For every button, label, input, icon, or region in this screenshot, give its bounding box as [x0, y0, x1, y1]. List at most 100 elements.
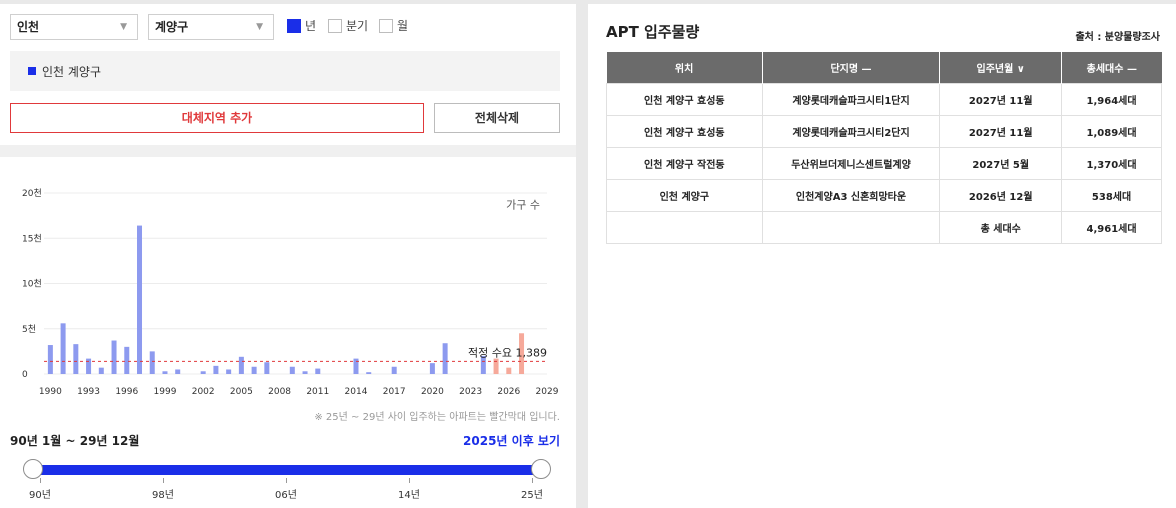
x-tick-label: 2002	[192, 387, 215, 397]
cell-move-in: 2027년 11월	[939, 83, 1063, 116]
right-panel: APT 입주물량 출처 : 분양물량조사 위치 단지명 — 입주년월 ∨ 총세대…	[588, 4, 1176, 508]
x-tick-label: 2011	[306, 387, 329, 397]
cell-location: 인천 계양구 효성동	[606, 115, 763, 148]
bar[interactable]	[213, 365, 219, 374]
x-tick-label: 2008	[268, 387, 291, 397]
bar[interactable]	[353, 358, 359, 374]
column-header-households[interactable]: 총세대수 —	[1061, 52, 1162, 84]
chevron-down-icon: ▼	[256, 22, 263, 32]
chevron-down-icon: ▼	[120, 22, 127, 32]
column-header-location[interactable]: 위치	[606, 52, 763, 84]
x-tick-label: 2014	[345, 387, 368, 397]
checkbox-quarter[interactable]	[328, 19, 342, 33]
slider-handle-start[interactable]	[23, 459, 43, 479]
bar[interactable]	[391, 366, 397, 374]
bar[interactable]	[137, 225, 143, 374]
bar[interactable]	[506, 367, 512, 374]
slider-label: 25년	[521, 490, 543, 501]
section-divider	[0, 145, 576, 157]
slider-label: 06년	[275, 490, 297, 501]
cell-complex: 인천계양A3 신혼희망타운	[761, 179, 941, 212]
bar[interactable]	[200, 371, 206, 374]
bar[interactable]	[238, 356, 244, 374]
x-tick-label: 2029	[536, 387, 559, 397]
region-select[interactable]: 인천 ▼	[10, 14, 138, 40]
period-range-label: 90년 1월 ~ 29년 12월	[10, 434, 140, 448]
x-tick-label: 1990	[39, 387, 62, 397]
period-slider[interactable]: 90년 98년 06년 14년 25년	[0, 454, 576, 508]
view-after-2025-link[interactable]: 2025년 이후 보기	[463, 432, 560, 449]
slider-track[interactable]	[33, 465, 541, 475]
chart-legend: 가구 수	[506, 198, 540, 211]
x-tick-label: 2005	[230, 387, 253, 397]
series-color-swatch	[28, 67, 36, 75]
bar[interactable]	[149, 351, 155, 374]
cell-households: 1,964세대	[1061, 83, 1162, 116]
cell-location: 인천 계양구 작전동	[606, 147, 763, 180]
cell-empty	[761, 211, 941, 244]
y-tick-label: 15천	[22, 233, 42, 244]
cell-complex: 두산위브더제니스센트럴계양	[761, 147, 941, 180]
slider-tick	[40, 478, 41, 483]
bar[interactable]	[111, 340, 117, 374]
reference-label: 적정 수요 1,389	[468, 346, 547, 359]
region-select-value: 인천	[17, 20, 40, 34]
table-row[interactable]: 인천 계양구 인천계양A3 신혼희망타운 2026년 12월 538세대	[606, 179, 1162, 212]
y-tick-label: 10천	[22, 279, 42, 290]
checkbox-year[interactable]	[287, 19, 301, 33]
slider-label: 14년	[398, 490, 420, 501]
cell-households: 538세대	[1061, 179, 1162, 212]
cell-households: 1,089세대	[1061, 115, 1162, 148]
slider-tick	[286, 478, 287, 483]
bar[interactable]	[429, 363, 435, 374]
bar[interactable]	[175, 369, 181, 374]
column-header-move-in[interactable]: 입주년월 ∨	[939, 52, 1062, 84]
slider-tick	[163, 478, 164, 483]
column-header-complex[interactable]: 단지명 —	[761, 52, 940, 84]
table-header-row: 위치 단지명 — 입주년월 ∨ 총세대수 —	[606, 52, 1162, 84]
cell-location: 인천 계양구	[606, 179, 763, 212]
bar[interactable]	[315, 368, 321, 374]
x-tick-label: 1996	[115, 387, 138, 397]
slider-tick	[532, 478, 533, 483]
clear-all-button[interactable]: 전체삭제	[434, 103, 560, 133]
bar[interactable]	[251, 366, 257, 374]
slider-handle-end[interactable]	[531, 459, 551, 479]
district-select[interactable]: 계양구 ▼	[148, 14, 274, 40]
x-tick-label: 1999	[154, 387, 177, 397]
bar[interactable]	[47, 345, 53, 374]
add-alternate-region-button[interactable]: 대체지역 추가	[10, 103, 424, 133]
bar[interactable]	[73, 344, 79, 374]
bar[interactable]	[493, 358, 499, 374]
table-row[interactable]: 인천 계양구 효성동 계양롯데캐슬파크시티2단지 2027년 11월 1,089…	[606, 115, 1162, 148]
bar[interactable]	[124, 346, 130, 374]
left-panel: 인천 ▼ 계양구 ▼ 년 분기 월 인천 계양구 대체지역 추가 전체삭제 20…	[0, 4, 576, 508]
bar[interactable]	[289, 366, 295, 374]
panel-title: APT 입주물량	[606, 23, 700, 41]
bar[interactable]	[86, 358, 92, 374]
x-tick-label: 2023	[459, 387, 482, 397]
cell-households: 1,370세대	[1061, 147, 1162, 180]
bar[interactable]	[442, 343, 448, 374]
x-axis-ticks: 1990 1993 1996 1999 2002 2005 2008 2011 2014 2017…	[39, 387, 559, 397]
bar[interactable]	[366, 372, 372, 374]
cell-empty	[606, 211, 763, 244]
checkbox-month[interactable]	[379, 19, 393, 33]
table-row[interactable]: 인천 계양구 효성동 계양롯데캐슬파크시티1단지 2027년 11월 1,964…	[606, 83, 1162, 116]
bar[interactable]	[302, 371, 308, 374]
bar[interactable]	[162, 371, 168, 374]
bar[interactable]	[60, 323, 66, 374]
slider-label: 90년	[29, 490, 51, 501]
bar[interactable]	[264, 362, 270, 374]
chart-bars	[47, 225, 525, 374]
supply-bar-chart: 20천15천10천5천0 적정 수요 1,389 가구 수 1990 1993 19…	[22, 188, 559, 397]
x-tick-label: 2017	[383, 387, 406, 397]
y-tick-label: 5천	[22, 324, 36, 335]
table-row[interactable]: 인천 계양구 작전동 두산위브더제니스센트럴계양 2027년 5월 1,370세…	[606, 147, 1162, 180]
cell-move-in: 2027년 5월	[939, 147, 1063, 180]
bar[interactable]	[98, 367, 104, 374]
bar[interactable]	[226, 369, 232, 374]
selected-region-label: 인천 계양구	[42, 65, 102, 79]
total-label: 총 세대수	[939, 211, 1063, 244]
cell-complex: 계양롯데캐슬파크시티1단지	[761, 83, 941, 116]
